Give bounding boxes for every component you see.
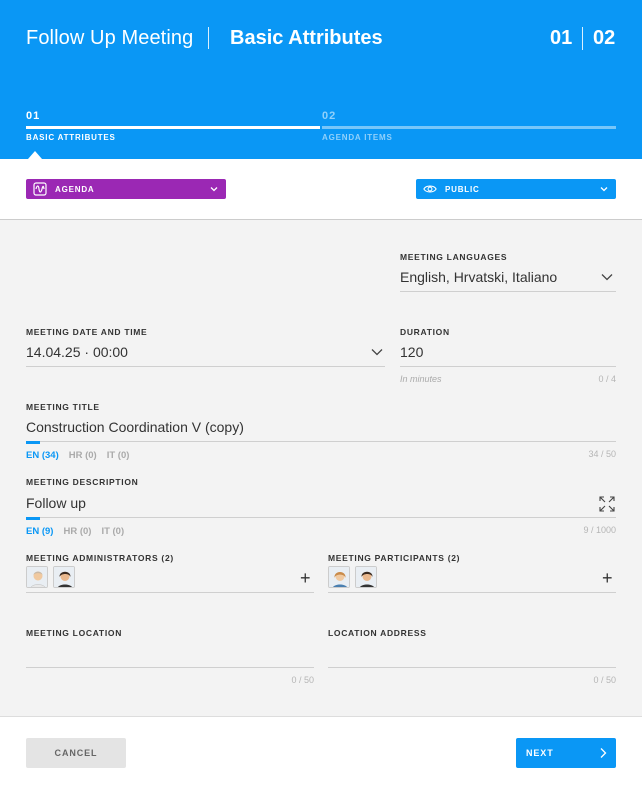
duration-char-count: 0 / 4 — [598, 374, 616, 384]
field-underline — [328, 667, 616, 668]
location-input[interactable] — [26, 644, 314, 664]
avatar[interactable] — [355, 566, 377, 588]
title-language-tabs: EN (34) HR (0) IT (0) — [26, 450, 129, 461]
expand-icon[interactable] — [599, 496, 615, 512]
tab-label: BASIC ATTRIBUTES — [26, 133, 116, 142]
current-step-number: 01 — [550, 27, 573, 49]
address-label: LOCATION ADDRESS — [328, 628, 427, 638]
active-language-indicator — [26, 517, 40, 520]
address-input[interactable] — [328, 644, 616, 664]
active-tab-caret — [28, 151, 42, 159]
chevron-right-icon — [598, 747, 608, 761]
active-language-indicator — [26, 441, 40, 444]
field-underline — [26, 517, 616, 518]
chevron-down-icon[interactable] — [370, 345, 384, 359]
description-language-tabs: EN (9) HR (0) IT (0) — [26, 526, 124, 537]
tab-number: 02 — [322, 110, 337, 122]
lang-tab-it[interactable]: IT (0) — [107, 450, 130, 461]
add-administrator-button[interactable]: + — [300, 569, 311, 587]
avatar[interactable] — [26, 566, 48, 588]
tab-label: AGENDA ITEMS — [322, 133, 393, 142]
next-button[interactable]: NEXT — [516, 738, 616, 768]
duration-label: DURATION — [400, 327, 450, 337]
add-participant-button[interactable]: + — [602, 569, 613, 587]
lang-tab-hr[interactable]: HR (0) — [69, 450, 97, 461]
page-title: Basic Attributes — [230, 27, 383, 49]
next-button-label: NEXT — [526, 748, 554, 758]
header-divider — [208, 27, 209, 49]
tab-progress-bar — [26, 126, 320, 129]
step-divider — [582, 27, 583, 50]
title-label: MEETING TITLE — [26, 402, 100, 412]
cancel-button[interactable]: CANCEL — [26, 738, 126, 768]
lang-tab-hr[interactable]: HR (0) — [63, 526, 91, 537]
duration-input[interactable]: 120 — [400, 344, 423, 360]
address-char-count: 0 / 50 — [593, 675, 616, 685]
description-input[interactable]: Follow up — [26, 495, 86, 511]
agenda-label: AGENDA — [55, 184, 95, 194]
eye-icon — [423, 182, 437, 196]
waveform-icon — [33, 182, 47, 196]
description-label: MEETING DESCRIPTION — [26, 477, 139, 487]
chevron-down-icon — [600, 185, 608, 195]
languages-select[interactable]: English, Hrvatski, Italiano — [400, 269, 557, 285]
field-underline — [26, 592, 314, 593]
location-label: MEETING LOCATION — [26, 628, 123, 638]
datetime-label: MEETING DATE AND TIME — [26, 327, 148, 337]
agenda-dropdown[interactable]: AGENDA — [26, 179, 226, 199]
chevron-down-icon[interactable] — [600, 270, 614, 284]
total-steps-number: 02 — [593, 27, 616, 49]
title-char-count: 34 / 50 — [588, 449, 616, 459]
field-underline — [400, 366, 616, 367]
visibility-label: PUBLIC — [445, 184, 480, 194]
field-underline — [26, 366, 385, 367]
description-char-count: 9 / 1000 — [583, 525, 616, 535]
location-char-count: 0 / 50 — [291, 675, 314, 685]
avatar[interactable] — [328, 566, 350, 588]
datetime-picker[interactable]: 14.04.25 · 00:00 — [26, 344, 128, 360]
administrators-label: MEETING ADMINISTRATORS (2) — [26, 553, 174, 563]
wizard-header: Follow Up Meeting Basic Attributes 01 02… — [0, 0, 642, 159]
field-underline — [328, 592, 616, 593]
languages-label: MEETING LANGUAGES — [400, 252, 508, 262]
attribute-toolbar: AGENDA PUBLIC — [0, 159, 642, 220]
chevron-down-icon — [210, 185, 218, 195]
meeting-type-title: Follow Up Meeting — [26, 27, 194, 49]
lang-tab-it[interactable]: IT (0) — [101, 526, 124, 537]
tab-basic-attributes[interactable]: 01 BASIC ATTRIBUTES — [26, 110, 320, 150]
tab-progress-bar — [322, 126, 616, 129]
participants-label: MEETING PARTICIPANTS (2) — [328, 553, 461, 563]
basic-attributes-form: MEETING LANGUAGES English, Hrvatski, Ita… — [0, 220, 642, 716]
tab-number: 01 — [26, 110, 41, 122]
field-underline — [26, 441, 616, 442]
lang-tab-en[interactable]: EN (9) — [26, 526, 53, 537]
wizard-footer: CANCEL NEXT — [0, 716, 642, 786]
avatar[interactable] — [53, 566, 75, 588]
field-underline — [26, 667, 314, 668]
tab-agenda-items[interactable]: 02 AGENDA ITEMS — [322, 110, 616, 150]
duration-hint: In minutes — [400, 374, 442, 384]
field-underline — [400, 291, 616, 292]
title-input[interactable]: Construction Coordination V (copy) — [26, 419, 244, 435]
visibility-dropdown[interactable]: PUBLIC — [416, 179, 616, 199]
lang-tab-en[interactable]: EN (34) — [26, 450, 59, 461]
